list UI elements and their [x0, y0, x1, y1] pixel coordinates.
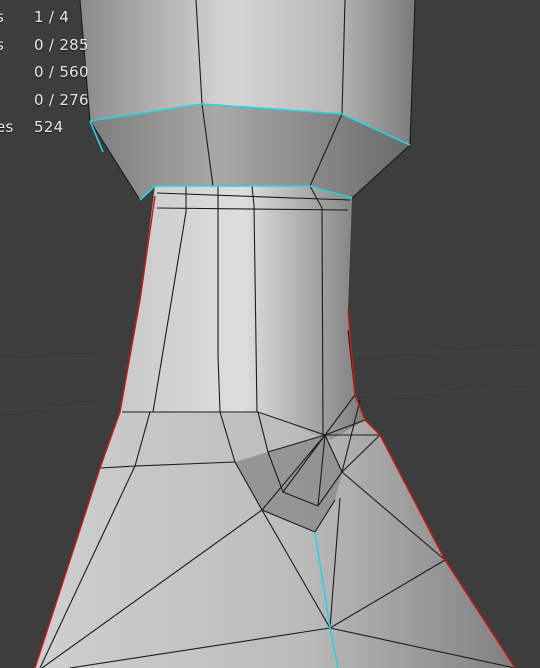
- stat-label: es: [0, 118, 14, 136]
- stat-value: 0 / 560: [34, 63, 89, 81]
- neck: [120, 186, 365, 440]
- stat-value: 1 / 4: [34, 8, 70, 26]
- stat-value: 0 / 276: [34, 90, 89, 109]
- stat-value: 0 / 285: [34, 35, 89, 54]
- stat-label: s: [0, 4, 16, 32]
- 3d-viewport[interactable]: s 1 / 4 s 0 / 285 0 / 560 0 / 276 es 524: [0, 0, 540, 668]
- stat-value: 524: [34, 118, 64, 136]
- stat-label: s: [0, 32, 16, 60]
